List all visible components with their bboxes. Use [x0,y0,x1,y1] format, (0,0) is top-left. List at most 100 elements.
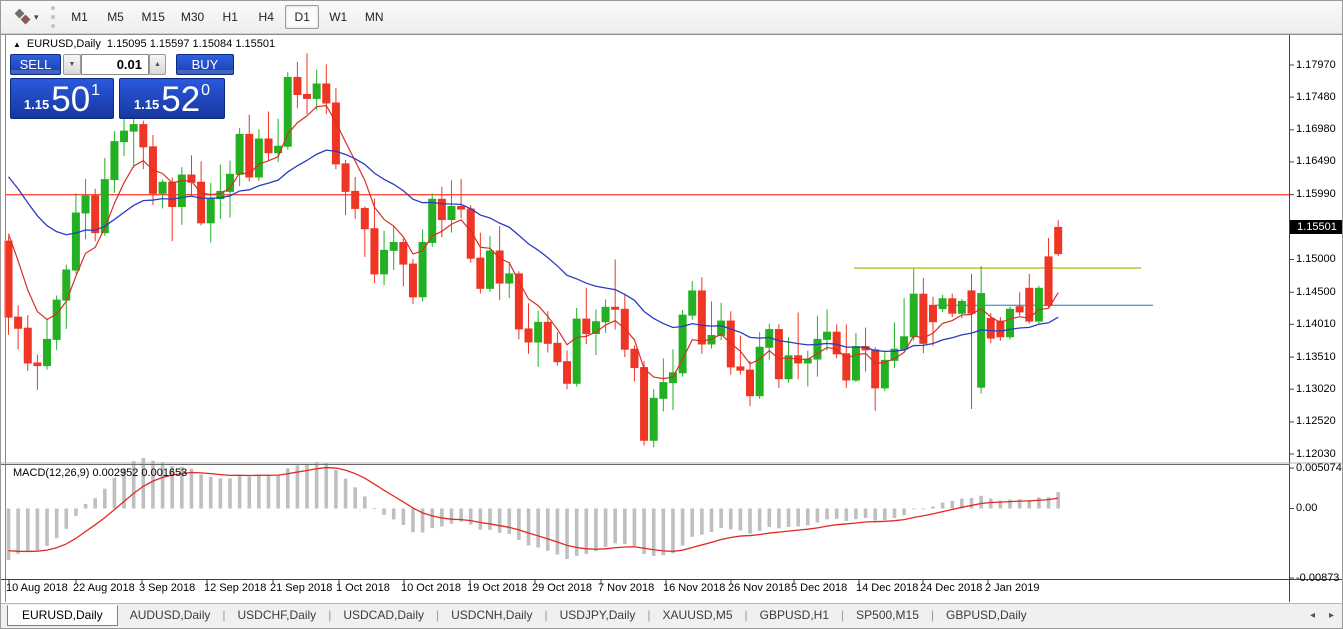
time-axis-label: 7 Nov 2018 [598,582,654,594]
candle-body [458,206,465,209]
macd-histogram-bar [55,509,59,539]
time-axis-label: 10 Aug 2018 [6,582,68,594]
macd-histogram-bar [970,498,974,509]
candle-body [1016,307,1023,312]
macd-histogram-bar [748,509,752,534]
chart-tab-eurusd-daily[interactable]: EURUSD,Daily [7,605,118,626]
collapse-arrow-icon[interactable]: ▲ [13,40,21,49]
sell-button[interactable]: SELL [10,54,61,75]
macd-histogram-bar [758,509,762,531]
time-axis-label: 26 Nov 2018 [728,582,790,594]
chart-tab-sp500-m15[interactable]: SP500,M15 [844,605,931,625]
chart-tab-gbpusd-h1[interactable]: GBPUSD,H1 [748,605,841,625]
buy-price-button[interactable]: 1.15 52 0 [119,78,225,119]
price-axis-tick: 1.14500 [1296,286,1336,299]
macd-histogram-bar [777,509,781,529]
chart-tab-xauusd-m5[interactable]: XAUUSD,M5 [651,605,745,625]
macd-histogram-bar [690,509,694,537]
macd-histogram-bar [575,509,579,556]
volume-decrement-button[interactable]: ▼ [63,54,81,75]
macd-histogram-bar [411,509,415,533]
candle-body [824,332,831,339]
macd-histogram-bar [276,475,280,509]
candle-body [852,347,859,380]
macd-histogram-bar [324,463,328,509]
macd-histogram-bar [16,509,20,554]
price-axis-tick: 1.13510 [1296,351,1336,364]
macd-histogram-bar [257,475,261,509]
candle-body [487,251,494,288]
sell-price-button[interactable]: 1.15 50 1 [10,78,114,119]
chart-tab-usdjpy-daily[interactable]: USDJPY,Daily [548,605,648,625]
chart-tab-usdcnh-daily[interactable]: USDCNH,Daily [439,605,544,625]
chart-tabs: EURUSD,DailyAUDUSD,Daily|USDCHF,Daily|US… [7,605,1039,626]
macd-histogram-bar [633,509,637,546]
candle-body [872,350,879,388]
time-axis-label: 29 Oct 2018 [532,582,592,594]
macd-histogram-bar [93,498,97,508]
macd-histogram-bar [613,509,617,544]
candle-body [997,321,1004,337]
candle-body [978,294,985,388]
candle-body [612,307,619,309]
volume-input[interactable] [81,54,149,75]
candle-body [236,134,243,174]
macd-histogram-bar [344,479,348,509]
macd-signal-line [9,468,1059,552]
macd-histogram-bar [546,509,550,551]
macd-histogram-bar [922,509,926,510]
candle-body [400,242,407,264]
buy-button[interactable]: BUY [176,54,234,75]
macd-histogram-bar [7,509,11,560]
candle-body [207,199,214,223]
chart-tab-gbpusd-daily[interactable]: GBPUSD,Daily [934,605,1039,625]
candle-body [477,258,484,288]
buy-price-prefix: 1.15 [134,97,159,112]
macd-histogram-bar [1056,492,1060,508]
macd-histogram-bar [209,477,213,509]
candle-body [92,196,99,233]
candle-body [756,347,763,395]
macd-histogram-bar [392,509,396,520]
chart-tab-usdcad-daily[interactable]: USDCAD,Daily [331,605,436,625]
candle-body [361,208,368,228]
macd-histogram-bar [507,509,511,534]
macd-histogram-bar [247,477,251,509]
chart-tab-usdchf-daily[interactable]: USDCHF,Daily [226,605,329,625]
candle-body [987,318,994,338]
candle-body [583,319,590,333]
chart-tab-audusd-daily[interactable]: AUDUSD,Daily [118,605,223,625]
macd-histogram-bar [363,496,367,508]
tab-scroll-right-icon[interactable]: ▸ [1329,610,1334,621]
candle-body [775,330,782,379]
candle-body [332,103,339,164]
macd-histogram-bar [825,509,829,520]
macd-histogram-bar [816,509,820,523]
macd-histogram-bar [912,509,916,510]
price-axis-tick: 1.17970 [1296,59,1336,72]
macd-histogram-bar [700,509,704,535]
chart-symbol-label: EURUSD,Daily [27,38,101,50]
candle-body [44,339,51,365]
buy-price-big: 52 [161,83,200,116]
candle-body [178,175,185,206]
macd-histogram-bar [1037,497,1041,508]
macd-histogram-bar [479,509,483,530]
tab-scroll-left-icon[interactable]: ◂ [1310,610,1315,621]
candle-body [381,250,388,274]
volume-increment-button[interactable]: ▲ [149,54,166,75]
candle-body [650,398,657,440]
macd-histogram-bar [430,509,434,529]
chart-tab-bar: EURUSD,DailyAUDUSD,Daily|USDCHF,Daily|US… [1,603,1343,629]
ma-slow-line[interactable] [9,150,1059,351]
macd-indicator-label: MACD(12,26,9) 0.002952 0.001653 [13,467,187,479]
macd-histogram-bar [469,509,473,525]
macd-histogram-bar [604,509,608,547]
macd-histogram-bar [719,509,723,529]
chart-ohlc-values: 1.15095 1.15597 1.15084 1.15501 [107,38,275,50]
current-price-tag: 1.15501 [1290,220,1343,234]
candle-body [544,322,551,343]
macd-histogram-bar [142,458,146,509]
macd-histogram-bar [498,509,502,533]
candle-body [602,307,609,321]
